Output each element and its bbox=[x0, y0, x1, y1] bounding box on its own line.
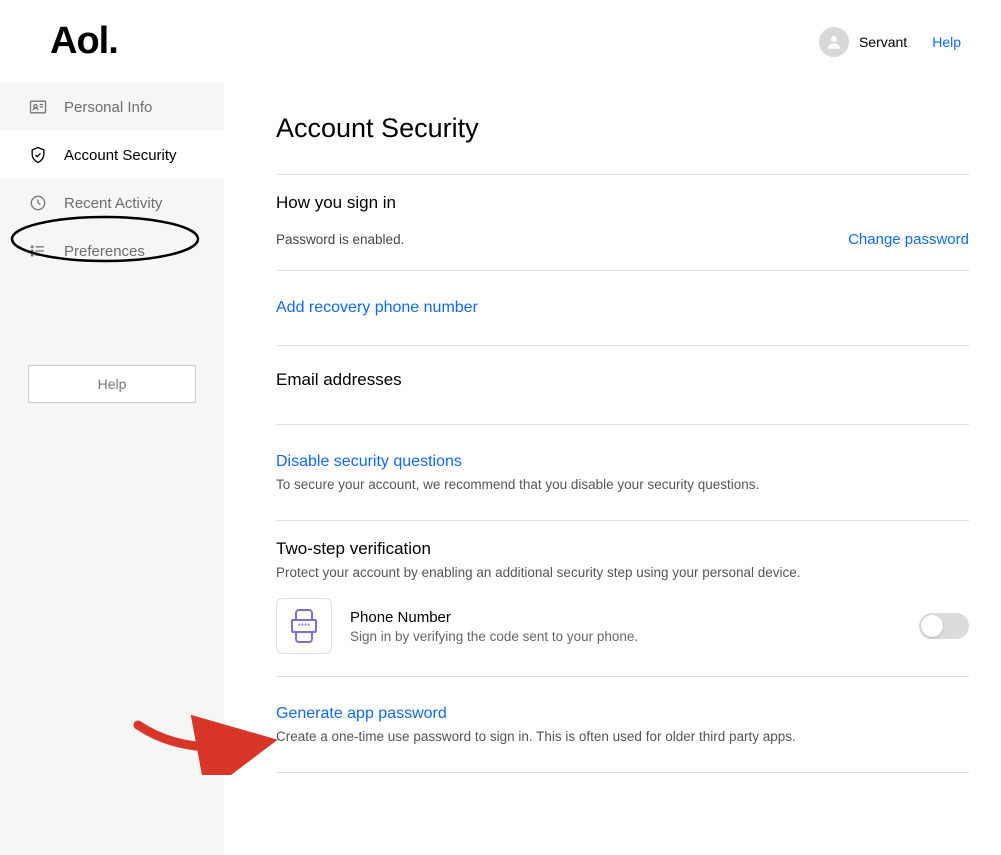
header: Aol. Servant Help bbox=[0, 0, 1001, 83]
change-password-link[interactable]: Change password bbox=[848, 231, 969, 248]
disable-security-questions-link[interactable]: Disable security questions bbox=[276, 453, 462, 471]
section-app-password: Generate app password Create a one-time … bbox=[276, 676, 969, 773]
sidebar-item-preferences[interactable]: Preferences bbox=[0, 227, 224, 275]
section-security-questions: Disable security questions To secure you… bbox=[276, 424, 969, 520]
twostep-heading: Two-step verification bbox=[276, 539, 969, 559]
main-content: Account Security How you sign in Passwor… bbox=[224, 83, 1001, 855]
twostep-sub: Protect your account by enabling an addi… bbox=[276, 565, 969, 580]
section-email: Email addresses bbox=[276, 345, 969, 424]
svg-text:****: **** bbox=[298, 622, 310, 631]
signin-heading: How you sign in bbox=[276, 193, 969, 213]
generate-app-password-link[interactable]: Generate app password bbox=[276, 705, 447, 723]
id-card-icon bbox=[28, 97, 48, 117]
sidebar-item-label: Recent Activity bbox=[64, 195, 162, 212]
clock-icon bbox=[28, 193, 48, 213]
phone-device-icon: **** bbox=[276, 598, 332, 654]
username-label: Servant bbox=[859, 34, 907, 50]
sidebar-item-label: Personal Info bbox=[64, 99, 152, 116]
password-status: Password is enabled. bbox=[276, 232, 404, 247]
help-link[interactable]: Help bbox=[932, 34, 961, 50]
section-two-step: Two-step verification Protect your accou… bbox=[276, 520, 969, 676]
section-signin: How you sign in Password is enabled. Cha… bbox=[276, 174, 969, 270]
shield-icon bbox=[28, 145, 48, 165]
phone-number-title: Phone Number bbox=[350, 609, 901, 626]
email-heading: Email addresses bbox=[276, 370, 969, 390]
sidebar-item-label: Preferences bbox=[64, 243, 145, 260]
user-area[interactable]: Servant bbox=[819, 27, 907, 57]
sidebar-item-account-security[interactable]: Account Security bbox=[0, 131, 224, 179]
sidebar-help-button[interactable]: Help bbox=[28, 365, 196, 403]
sidebar-item-label: Account Security bbox=[64, 147, 177, 164]
avatar-icon bbox=[819, 27, 849, 57]
phone-number-sub: Sign in by verifying the code sent to yo… bbox=[350, 629, 901, 644]
sidebar-item-recent-activity[interactable]: Recent Activity bbox=[0, 179, 224, 227]
twostep-toggle[interactable] bbox=[919, 613, 969, 639]
add-recovery-phone-link[interactable]: Add recovery phone number bbox=[276, 299, 478, 317]
page-title: Account Security bbox=[276, 113, 969, 144]
security-questions-sub: To secure your account, we recommend tha… bbox=[276, 477, 969, 492]
sidebar: Personal Info Account Security Recent Ac… bbox=[0, 83, 224, 855]
section-recovery: Add recovery phone number bbox=[276, 270, 969, 345]
header-right: Servant Help bbox=[819, 27, 961, 57]
list-icon bbox=[28, 241, 48, 261]
app-password-sub: Create a one-time use password to sign i… bbox=[276, 729, 969, 744]
aol-logo: Aol. bbox=[50, 20, 118, 63]
sidebar-item-personal-info[interactable]: Personal Info bbox=[0, 83, 224, 131]
